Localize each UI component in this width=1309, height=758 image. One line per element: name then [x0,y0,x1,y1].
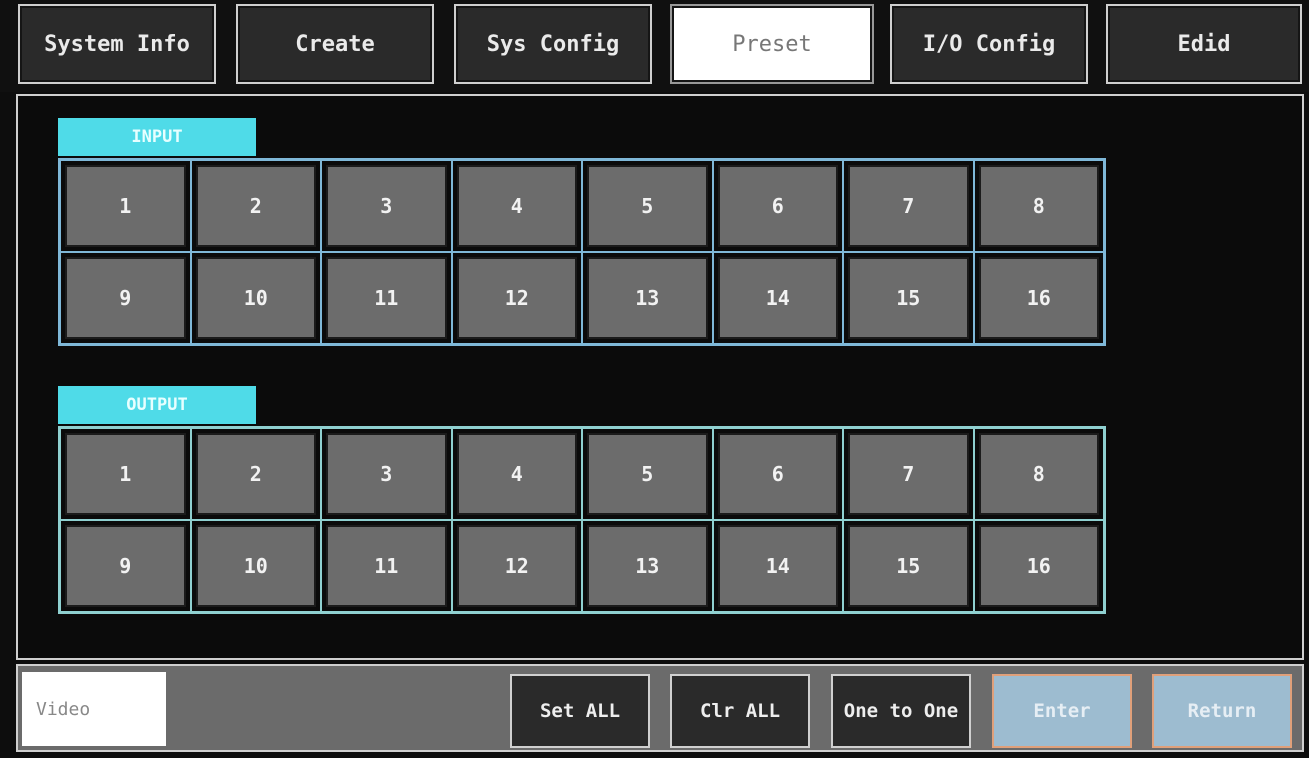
output-grid: 1 2 3 4 5 6 7 8 9 10 11 12 13 14 15 16 [58,426,1106,614]
output-button-14[interactable]: 14 [717,525,838,607]
tab-preset[interactable]: Preset [670,4,874,84]
output-button-6[interactable]: 6 [717,433,838,515]
tab-create[interactable]: Create [236,4,434,84]
clr-all-button[interactable]: Clr ALL [670,674,810,748]
output-button-10[interactable]: 10 [195,525,316,607]
output-button-2[interactable]: 2 [195,433,316,515]
output-button-1[interactable]: 1 [65,433,186,515]
preset-panel: INPUT 1 2 3 4 5 6 7 8 9 10 11 12 13 14 1… [16,94,1304,660]
output-button-3[interactable]: 3 [326,433,447,515]
input-button-16[interactable]: 16 [978,257,1099,339]
output-button-9[interactable]: 9 [65,525,186,607]
one-to-one-button[interactable]: One to One [831,674,971,748]
input-button-3[interactable]: 3 [326,165,447,247]
input-button-5[interactable]: 5 [587,165,708,247]
output-section-label: OUTPUT [58,386,256,424]
enter-button[interactable]: Enter [992,674,1132,748]
input-button-11[interactable]: 11 [326,257,447,339]
input-button-13[interactable]: 13 [587,257,708,339]
input-button-14[interactable]: 14 [717,257,838,339]
output-button-5[interactable]: 5 [587,433,708,515]
tab-edid[interactable]: Edid [1106,4,1302,84]
input-button-2[interactable]: 2 [195,165,316,247]
output-button-13[interactable]: 13 [587,525,708,607]
bottom-toolbar: Video Set ALL Clr ALL One to One Enter R… [16,664,1304,752]
input-button-15[interactable]: 15 [848,257,969,339]
input-button-6[interactable]: 6 [717,165,838,247]
tab-sys-config[interactable]: Sys Config [454,4,652,84]
input-button-9[interactable]: 9 [65,257,186,339]
output-button-8[interactable]: 8 [978,433,1099,515]
tab-system-info[interactable]: System Info [18,4,216,84]
input-button-12[interactable]: 12 [456,257,577,339]
input-button-7[interactable]: 7 [848,165,969,247]
output-button-15[interactable]: 15 [848,525,969,607]
output-button-11[interactable]: 11 [326,525,447,607]
video-mode-field[interactable]: Video [22,672,166,746]
input-button-10[interactable]: 10 [195,257,316,339]
output-button-12[interactable]: 12 [456,525,577,607]
input-section-label: INPUT [58,118,256,156]
output-button-16[interactable]: 16 [978,525,1099,607]
return-button[interactable]: Return [1152,674,1292,748]
input-grid: 1 2 3 4 5 6 7 8 9 10 11 12 13 14 15 16 [58,158,1106,346]
input-button-8[interactable]: 8 [978,165,1099,247]
tab-bar: System Info Create Sys Config Preset I/O… [0,0,1309,92]
output-button-7[interactable]: 7 [848,433,969,515]
set-all-button[interactable]: Set ALL [510,674,650,748]
output-button-4[interactable]: 4 [456,433,577,515]
input-button-4[interactable]: 4 [456,165,577,247]
input-button-1[interactable]: 1 [65,165,186,247]
tab-io-config[interactable]: I/O Config [890,4,1088,84]
